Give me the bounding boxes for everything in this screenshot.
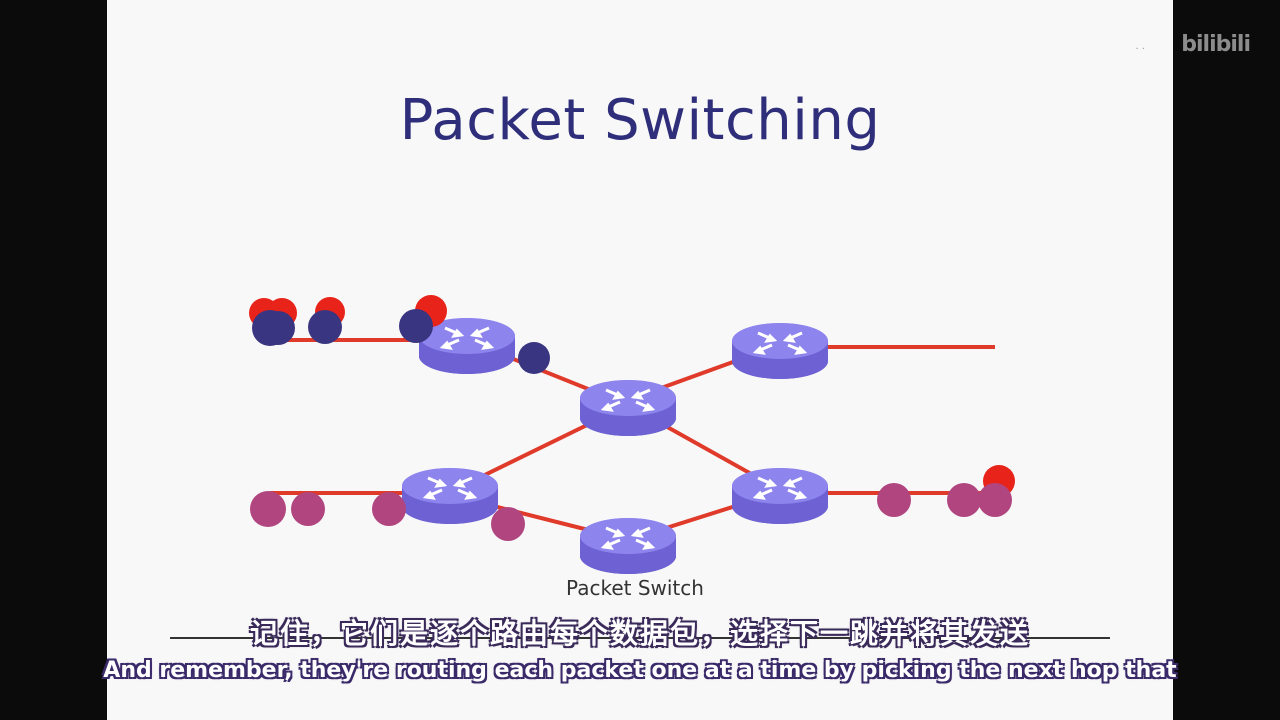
router-icon: [730, 466, 830, 526]
packet-magenta: [978, 483, 1012, 517]
router-icon: [730, 321, 830, 381]
packet-magenta: [491, 507, 525, 541]
packet-magenta: [947, 483, 981, 517]
packet-navy: [308, 310, 342, 344]
packet-navy: [261, 311, 295, 345]
packet-navy: [518, 342, 550, 374]
packet-magenta: [291, 492, 325, 526]
router-icon: [578, 378, 678, 438]
packet-magenta: [877, 483, 911, 517]
packet-magenta: [250, 491, 286, 527]
packet-magenta: [372, 492, 406, 526]
subtitle-chinese: 记住，它们是逐个路由每个数据包，选择下一跳并将其发送: [249, 617, 1030, 650]
packet-navy: [399, 309, 433, 343]
packet-switch-label: Packet Switch: [566, 576, 704, 600]
subtitle-english: And remember, they're routing each packe…: [103, 658, 1177, 683]
router-icon: [400, 466, 500, 526]
router-icon: [578, 516, 678, 576]
